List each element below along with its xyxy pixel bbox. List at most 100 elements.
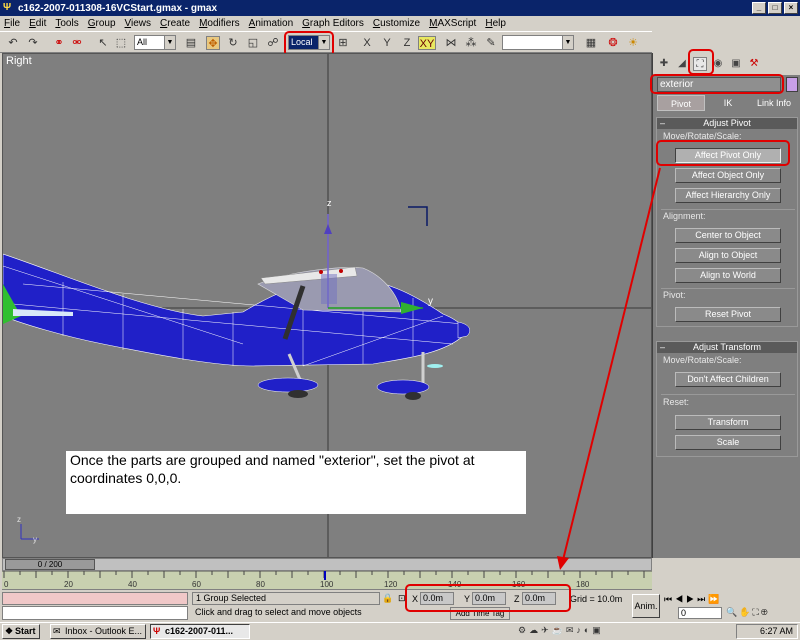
reset-scale-button[interactable]: Scale	[675, 435, 781, 450]
gmax-app-icon[interactable]: Ψ	[3, 2, 15, 14]
grid-size-display: Grid = 10.0m	[570, 594, 623, 604]
lock-selection-icon[interactable]: 🔒	[382, 593, 393, 604]
reset-pivot-button[interactable]: Reset Pivot	[675, 307, 781, 322]
selection-bracket	[408, 206, 428, 226]
region-select-icon[interactable]: ⬚	[114, 36, 128, 50]
maximize-button[interactable]: □	[768, 2, 782, 14]
render-icon[interactable]: ❂	[606, 36, 620, 50]
tick-label: 80	[256, 580, 265, 589]
adjust-transform-rollout: – Adjust Transform Move/Rotate/Scale: Do…	[656, 341, 798, 457]
gizmo-y-label: y	[428, 296, 433, 307]
command-panel-tabs: ✚ ◢ ⛶ ◉ ▣ ⚒	[653, 53, 800, 75]
dont-affect-children-button[interactable]: Don't Affect Children	[675, 372, 781, 387]
windows-logo-icon: ❖	[5, 626, 14, 636]
constraint-z-button[interactable]: Z	[400, 36, 414, 50]
menu-create[interactable]: Create	[160, 18, 190, 29]
system-tray-clock: 6:27 AM	[736, 624, 798, 639]
rotate-icon[interactable]: ↻	[226, 36, 240, 50]
adjust-transform-header[interactable]: – Adjust Transform	[657, 342, 797, 353]
menu-maxscript[interactable]: MAXScript	[429, 18, 476, 29]
link-icon[interactable]: ⚭	[52, 36, 66, 50]
affect-object-only-button[interactable]: Affect Object Only	[675, 168, 781, 183]
reset-transform-button[interactable]: Transform	[675, 415, 781, 430]
outlook-icon: ✉	[53, 626, 61, 636]
constraint-xy-button[interactable]: XY	[418, 36, 436, 50]
menu-views[interactable]: Views	[125, 18, 152, 29]
align-to-world-button[interactable]: Align to World	[675, 268, 781, 283]
nose-wheel	[405, 392, 421, 400]
material-editor-icon[interactable]: ▦	[584, 36, 598, 50]
highlight-hierarchy-tab	[688, 49, 714, 75]
named-selection-sets-dropdown[interactable]: ▼	[502, 35, 574, 50]
select-icon[interactable]: ↖	[96, 36, 110, 50]
menu-help[interactable]: Help	[485, 18, 506, 29]
ik-tab[interactable]: IK	[705, 95, 751, 111]
selection-filter-dropdown[interactable]: All ▼	[134, 35, 176, 50]
scale-icon[interactable]: ◱	[246, 36, 260, 50]
display-tab-icon[interactable]: ▣	[729, 57, 743, 71]
menu-animation[interactable]: Animation	[249, 18, 293, 29]
chevron-down-icon: ▼	[562, 36, 573, 49]
array-icon[interactable]: ⁂	[464, 36, 478, 50]
maxscript-input-field[interactable]	[2, 606, 188, 620]
manipulate-icon[interactable]: ☍	[266, 36, 280, 50]
taskbar-gmax[interactable]: Ψ c162-2007-011...	[150, 624, 250, 639]
menu-file[interactable]: File	[4, 18, 20, 29]
menu-customize[interactable]: Customize	[373, 18, 420, 29]
quick-launch-icons[interactable]: ⚙☁✈☕✉♪◐▣	[518, 625, 728, 638]
time-slider-track[interactable]: 0 / 200	[2, 558, 652, 571]
constraint-x-button[interactable]: X	[360, 36, 374, 50]
time-slider-thumb[interactable]: 0 / 200	[5, 559, 95, 570]
minimize-button[interactable]: _	[752, 2, 766, 14]
select-by-name-icon[interactable]: ▤	[184, 36, 198, 50]
viewport-navigation-controls[interactable]: 🔍✋⛶⊕	[726, 607, 798, 619]
world-axis-z-label: z	[17, 515, 21, 524]
utilities-tab-icon[interactable]: ⚒	[747, 57, 761, 71]
affect-hierarchy-only-button[interactable]: Affect Hierarchy Only	[675, 188, 781, 203]
collapse-icon: –	[660, 342, 666, 352]
taskbar-outlook[interactable]: ✉ Inbox - Outlook E...	[50, 624, 146, 639]
object-color-swatch[interactable]	[786, 77, 798, 92]
menu-graph-editors[interactable]: Graph Editors	[302, 18, 364, 29]
redo-icon[interactable]: ↷	[26, 36, 40, 50]
start-button[interactable]: ❖ Start	[2, 624, 40, 639]
playback-controls[interactable]: ⏮◀▶⏭⏩	[664, 593, 784, 605]
current-frame-field[interactable]: 0	[678, 607, 722, 619]
divider	[661, 394, 795, 395]
menu-tools[interactable]: Tools	[55, 18, 78, 29]
modify-tab-icon[interactable]: ◢	[675, 57, 689, 71]
tick-label: 100	[320, 580, 334, 589]
wing-light	[319, 270, 323, 274]
move-icon[interactable]: ✥	[206, 36, 220, 50]
quick-render-icon[interactable]: ☀	[626, 36, 640, 50]
windows-taskbar: ❖ Start ✉ Inbox - Outlook E... Ψ c162-20…	[0, 622, 800, 640]
menu-group[interactable]: Group	[88, 18, 116, 29]
title-bar: Ψ c162-2007-011308-16VCStart.gmax - gmax…	[0, 0, 800, 16]
exhaust-detail	[427, 364, 443, 368]
pivot-center-icon[interactable]: ⊞	[336, 36, 350, 50]
highlight-affect-pivot-only	[656, 140, 790, 166]
animate-button[interactable]: Anim.	[632, 594, 660, 618]
link-info-tab[interactable]: Link Info	[751, 95, 797, 111]
divider	[661, 288, 795, 289]
constraint-y-button[interactable]: Y	[380, 36, 394, 50]
status-bar: 1 Group Selected 🔒 ⊡ X 0.0m Y 0.0m Z 0.0…	[0, 590, 800, 622]
unlink-icon[interactable]: ⚮	[70, 36, 84, 50]
current-frame-marker	[324, 571, 326, 580]
selection-status: 1 Group Selected	[192, 592, 380, 605]
close-button[interactable]: ×	[784, 2, 798, 14]
mirror-icon[interactable]: ⋈	[444, 36, 458, 50]
menu-modifiers[interactable]: Modifiers	[199, 18, 240, 29]
align-icon[interactable]: ✎	[484, 36, 498, 50]
undo-icon[interactable]: ↶	[6, 36, 20, 50]
create-tab-icon[interactable]: ✚	[657, 57, 671, 71]
adjust-pivot-header[interactable]: – Adjust Pivot	[657, 118, 797, 129]
center-to-object-button[interactable]: Center to Object	[675, 228, 781, 243]
command-panel: ✚ ◢ ⛶ ◉ ▣ ⚒ exterior Pivot IK Link Info …	[652, 53, 800, 558]
tick-label: 40	[128, 580, 137, 589]
highlight-object-name	[650, 74, 784, 94]
menu-edit[interactable]: Edit	[29, 18, 46, 29]
pivot-tab[interactable]: Pivot	[657, 95, 705, 111]
align-to-object-button[interactable]: Align to Object	[675, 248, 781, 263]
maxscript-listener-field[interactable]	[2, 592, 188, 605]
